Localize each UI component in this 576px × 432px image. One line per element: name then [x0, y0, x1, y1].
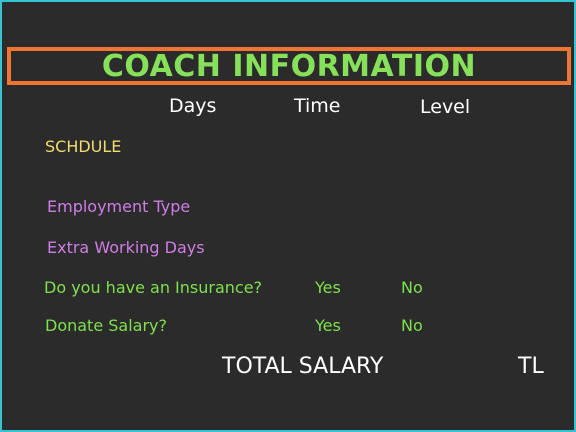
insurance-question: Do you have an Insurance? — [44, 278, 263, 297]
donate-yes-option[interactable]: Yes — [315, 318, 341, 334]
column-header-days: Days — [169, 95, 217, 117]
total-salary-label: TOTAL SALARY — [222, 354, 384, 379]
currency-label: TL — [518, 354, 544, 379]
donate-salary-question: Donate Salary? — [45, 316, 168, 335]
column-header-time: Time — [294, 95, 341, 117]
employment-type-label: Employment Type — [47, 197, 191, 216]
schedule-label: SCHDULE — [45, 137, 122, 156]
page-title: COACH INFORMATION — [101, 49, 477, 84]
column-header-level: Level — [420, 96, 471, 118]
form-frame: COACH INFORMATION Days Time Level SCHDUL… — [0, 0, 576, 432]
insurance-no-option[interactable]: No — [401, 280, 423, 296]
extra-working-days-label: Extra Working Days — [47, 238, 205, 257]
insurance-yes-option[interactable]: Yes — [315, 280, 341, 296]
donate-no-option[interactable]: No — [401, 318, 423, 334]
title-banner: COACH INFORMATION — [7, 47, 571, 85]
